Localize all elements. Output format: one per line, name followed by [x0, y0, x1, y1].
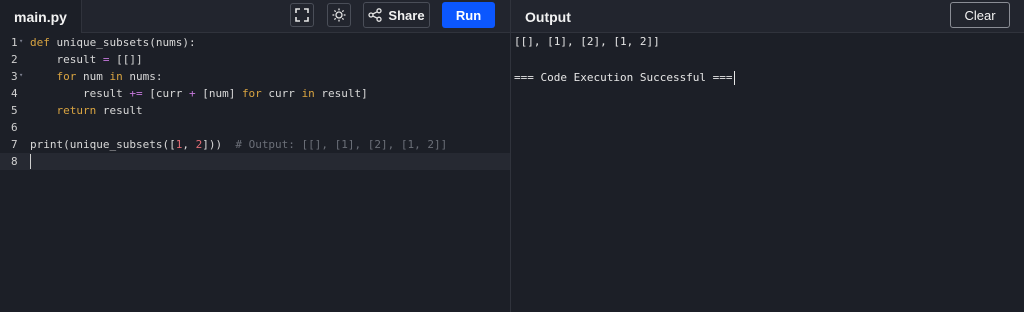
output-line-with-cursor: === Code Execution Successful === [514, 71, 735, 85]
code-token: [num] [195, 87, 242, 100]
theme-toggle-button[interactable] [327, 3, 351, 27]
code-token: nums: [122, 70, 163, 83]
code-line: 1 ▾ def unique_subsets(nums): [0, 34, 510, 51]
share-label: Share [388, 7, 425, 23]
line-number: 4 [11, 86, 18, 100]
share-button[interactable]: Share [363, 2, 430, 28]
line-number: 7 [11, 137, 18, 151]
code-token: result [30, 87, 130, 100]
code-token: result] [314, 87, 368, 100]
code-editor[interactable]: 1 ▾ def unique_subsets(nums): 2 result = … [0, 34, 510, 312]
code-token: ])) [202, 138, 223, 151]
sun-icon [332, 8, 346, 22]
keyword-token: return [56, 104, 97, 117]
line-number: 3 [11, 69, 18, 83]
code-line: 5 return result [0, 102, 510, 119]
operator-token: + [188, 87, 196, 100]
code-token: [[]] [109, 53, 143, 66]
code-line: 2 result = [[]] [0, 51, 510, 68]
code-token: unique_subsets(nums): [49, 36, 196, 49]
keyword-token: def [30, 36, 50, 49]
comment-token: # Output: [[], [1], [2], [1, 2]] [222, 138, 448, 151]
code-line: 6 [0, 119, 510, 136]
operator-token: += [129, 87, 143, 100]
line-number: 1 [11, 35, 18, 49]
code-line: 7 print(unique_subsets([1, 2])) # Output… [0, 136, 510, 153]
fullscreen-button[interactable] [290, 3, 314, 27]
file-tab-label: main.py [14, 8, 67, 25]
fold-chevron-icon[interactable]: ▾ [19, 71, 23, 79]
keyword-token: for [241, 87, 262, 100]
fullscreen-icon [295, 8, 309, 22]
file-tab-main-py[interactable]: main.py [0, 0, 82, 33]
clear-label: Clear [964, 7, 996, 23]
code-line-active: 8 [0, 153, 510, 170]
line-number: 2 [11, 52, 18, 66]
code-token: [curr [142, 87, 189, 100]
code-token: result [96, 104, 143, 117]
line-number: 6 [11, 120, 18, 134]
top-bar: main.py Share Run Output Clear [0, 0, 1024, 33]
code-token: curr [261, 87, 302, 100]
clear-button[interactable]: Clear [950, 2, 1010, 28]
fold-chevron-icon[interactable]: ▾ [19, 37, 23, 45]
output-status-text: === Code Execution Successful === [514, 71, 733, 84]
output-cursor [733, 71, 735, 85]
run-button[interactable]: Run [442, 2, 495, 28]
output-line: [[], [1], [2], [1, 2]] [514, 35, 660, 48]
code-line: 3 ▾ for num in nums: [0, 68, 510, 85]
line-number: 5 [11, 103, 18, 117]
share-icon [368, 8, 383, 22]
code-token: print(unique_subsets([ [30, 138, 176, 151]
code-line: 4 result += [curr + [num] for curr in re… [0, 85, 510, 102]
keyword-token: for [56, 70, 77, 83]
text-cursor [30, 154, 31, 169]
code-token: result [30, 53, 103, 66]
keyword-token: in [301, 87, 315, 100]
code-token: , [182, 138, 196, 151]
output-title: Output [525, 8, 571, 25]
code-token: num [76, 70, 110, 83]
line-number: 8 [11, 154, 18, 168]
panel-divider[interactable] [510, 0, 511, 312]
run-label: Run [455, 7, 482, 23]
keyword-token: in [109, 70, 123, 83]
